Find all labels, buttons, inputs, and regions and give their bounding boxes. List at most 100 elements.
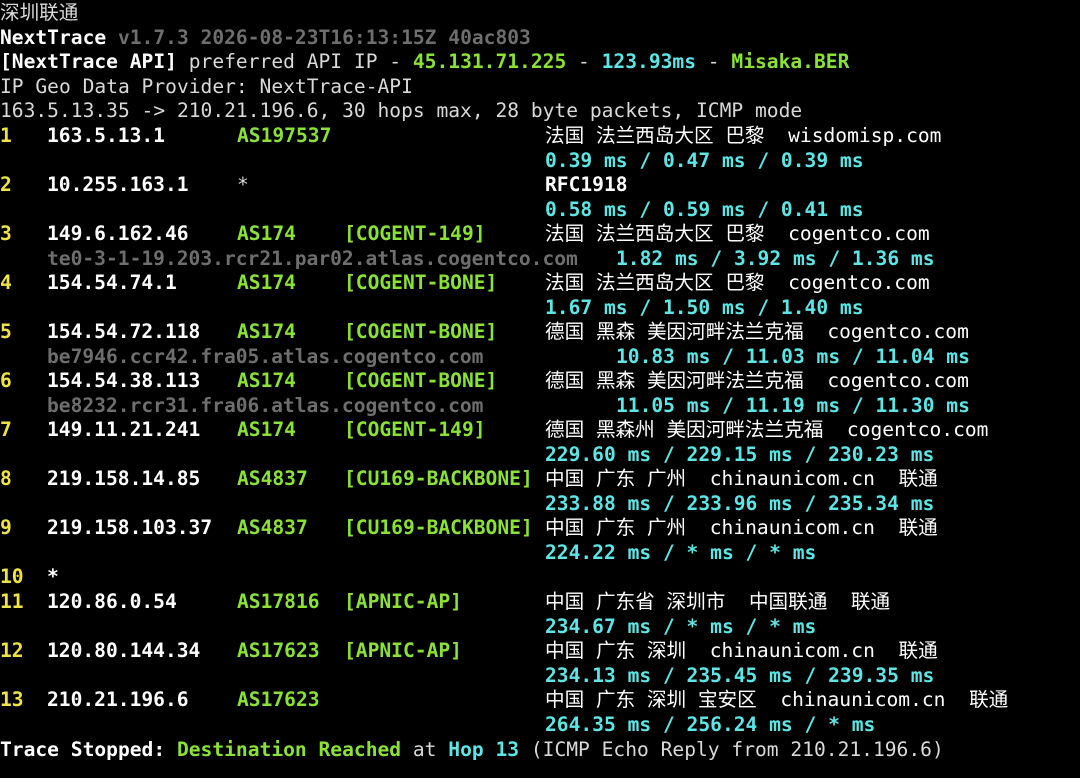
hop-ip: 154.54.74.1 [47, 271, 177, 294]
api-node: Misaka.BER [731, 50, 850, 73]
hop-network: [COGENT-149] [344, 418, 486, 441]
hop-number: 5 [0, 320, 12, 343]
hop-rtt: 0.58 ms / 0.59 ms / 0.41 ms [545, 197, 864, 221]
hop-asn: AS174 [237, 222, 296, 245]
hop-number: 11 [0, 590, 24, 613]
hop-ip: 154.54.38.113 [47, 369, 201, 392]
hop-asn: AS174 [237, 369, 296, 392]
hop-asn: AS174 [237, 271, 296, 294]
api-tag: [NextTrace API] [0, 50, 177, 73]
hop-ip: * [47, 565, 59, 588]
hop-asn: AS17623 [237, 639, 320, 662]
hop-rtt: 229.60 ms / 229.15 ms / 230.23 ms [545, 442, 935, 466]
hop-geo: 中国 广东 深圳 [545, 639, 687, 662]
hop-ip: 120.80.144.34 [47, 639, 201, 662]
footer-hop: Hop 13 [448, 738, 520, 761]
api-sep-2: - [696, 50, 732, 73]
hop-number: 10 [0, 565, 24, 588]
hop-domain: cogentco.com [827, 320, 969, 343]
hop-isp: 联通 [898, 467, 938, 490]
hop-ip: 219.158.14.85 [47, 467, 201, 490]
hop-rtt: 233.88 ms / 233.96 ms / 235.34 ms [545, 491, 935, 515]
hop-rdns: be8232.rcr31.fra06.atlas.cogentco.com [47, 393, 484, 417]
version-info: v1.7.3 2026-08-23T16:13:15Z 40ac803 [117, 26, 531, 49]
hop-asn: AS4837 [237, 516, 308, 539]
version-line: NextTrace v1.7.3 2026-08-23T16:13:15Z 40… [0, 26, 531, 51]
hop-ip: 120.86.0.54 [47, 590, 177, 613]
hop-domain: chinaunicom.cn [780, 688, 946, 711]
api-sep-1: - [566, 50, 602, 73]
app-name: NextTrace [0, 26, 107, 49]
hop-geo: 法国 法兰西岛大区 巴黎 [545, 124, 765, 147]
trace-footer: Trace Stopped: Destination Reached at Ho… [0, 738, 944, 763]
hop-geo-line: 德国 黑森 美因河畔法兰克福 cogentco.com [545, 369, 969, 394]
hop-number: 13 [0, 688, 24, 711]
hop-geo: 中国 广东 广州 [545, 516, 687, 539]
hop-number: 8 [0, 467, 12, 490]
hop-rtt: 234.67 ms / * ms / * ms [545, 614, 817, 638]
hop-rtt: 1.67 ms / 1.50 ms / 1.40 ms [545, 295, 864, 319]
footer-detail: (ICMP Echo Reply from 210.21.196.6) [519, 738, 944, 761]
hop-number: 9 [0, 516, 12, 539]
hop-network: [COGENT-BONE] [344, 320, 498, 343]
hop-isp: 联通 [898, 516, 938, 539]
geo-provider-line: IP Geo Data Provider: NextTrace-API [0, 75, 413, 98]
hop-geo-line: RFC1918 [545, 173, 628, 198]
hop-isp: 联通 [969, 688, 1009, 711]
hop-rtt: 11.05 ms / 11.19 ms / 11.30 ms [616, 393, 970, 417]
footer-label: Trace Stopped: [0, 738, 166, 761]
hop-network: [CU169-BACKBONE] [344, 467, 533, 490]
hop-network: [APNIC-AP] [344, 590, 462, 613]
hop-isp: 联通 [850, 590, 891, 613]
hop-network: [COGENT-149] [344, 222, 486, 245]
terminal-window[interactable]: 深圳联通 NextTrace v1.7.3 2026-08-23T16:13:1… [0, 0, 1080, 778]
hop-asn: AS4837 [237, 467, 308, 490]
api-text: preferred API IP - [176, 50, 413, 73]
hop-asn: AS174 [237, 320, 296, 343]
hop-domain: chinaunicom.cn [709, 516, 875, 539]
hop-number: 2 [0, 173, 12, 196]
hop-asn: * [237, 173, 249, 196]
hop-geo: 中国 广东 广州 [545, 467, 687, 490]
hop-domain: cogentco.com [788, 271, 930, 294]
hop-geo-line: 法国 法兰西岛大区 巴黎 wisdomisp.com [545, 124, 941, 149]
hop-ip: 163.5.13.1 [47, 124, 165, 147]
hop-geo-line: 德国 黑森州 美因河畔法兰克福 cogentco.com [545, 418, 988, 443]
hop-geo-line: 中国 广东省 深圳市 中国联通 联通 [545, 590, 890, 615]
hop-domain: chinaunicom.cn [709, 639, 875, 662]
hop-ip: 210.21.196.6 [47, 688, 189, 711]
hop-rtt: 10.83 ms / 11.03 ms / 11.04 ms [616, 344, 970, 368]
api-line: [NextTrace API] preferred API IP - 45.13… [0, 50, 849, 75]
hop-geo: 德国 黑森州 美因河畔法兰克福 [545, 418, 824, 441]
api-latency: 123.93ms [601, 50, 697, 73]
hop-number: 4 [0, 271, 12, 294]
hop-rtt: 224.22 ms / * ms / * ms [545, 540, 817, 564]
hop-geo-line: 法国 法兰西岛大区 巴黎 cogentco.com [545, 222, 930, 247]
hop-domain: cogentco.com [827, 369, 969, 392]
hop-geo: 德国 黑森 美因河畔法兰克福 [545, 320, 804, 343]
hop-domain: chinaunicom.cn [709, 467, 875, 490]
footer-at: at [401, 738, 449, 761]
api-ip: 45.131.71.225 [412, 50, 567, 73]
hop-rtt: 0.39 ms / 0.47 ms / 0.39 ms [545, 148, 864, 172]
hop-rtt: 1.82 ms / 3.92 ms / 1.36 ms [616, 246, 935, 270]
hop-asn: AS17623 [237, 688, 320, 711]
hop-domain: cogentco.com [788, 222, 930, 245]
hop-geo-line: 中国 广东 深圳 chinaunicom.cn 联通 [545, 639, 938, 664]
trace-info-line: 163.5.13.35 -> 210.21.196.6, 30 hops max… [0, 99, 803, 122]
hop-number: 12 [0, 639, 24, 662]
hop-network: [APNIC-AP] [344, 639, 462, 662]
hop-ip: 219.158.103.37 [47, 516, 213, 539]
hop-ip: 10.255.163.1 [47, 173, 189, 196]
hop-asn: AS197537 [237, 124, 332, 147]
hop-geo-line: 中国 广东 深圳 宝安区 chinaunicom.cn 联通 [545, 688, 1008, 713]
hop-rdns: te0-3-1-19.203.rcr21.par02.atlas.cogentc… [47, 246, 578, 270]
hop-asn: AS17816 [237, 590, 320, 613]
hop-geo-line: 法国 法兰西岛大区 巴黎 cogentco.com [545, 271, 930, 296]
hop-domain: 中国联通 [748, 590, 828, 613]
hop-number: 3 [0, 222, 12, 245]
hop-geo: RFC1918 [545, 173, 628, 196]
footer-status: Destination Reached [176, 738, 402, 761]
hop-ip: 154.54.72.118 [47, 320, 201, 343]
hop-network: [CU169-BACKBONE] [344, 516, 533, 539]
